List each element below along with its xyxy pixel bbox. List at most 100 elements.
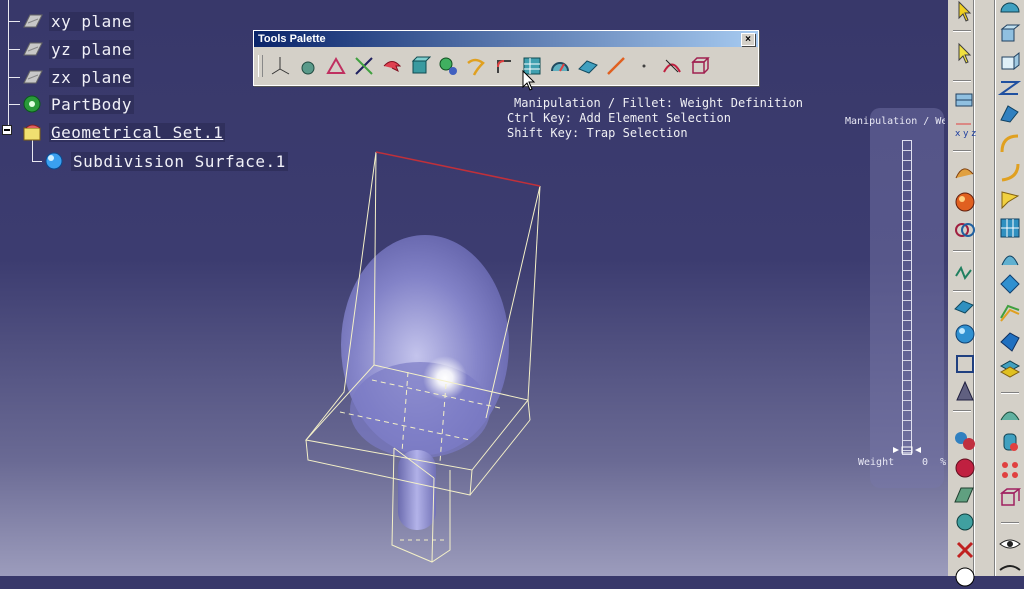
tree-item-label: PartBody: [49, 94, 135, 114]
analysis-tool-icon[interactable]: [953, 510, 977, 534]
gear-icon: [22, 94, 44, 114]
wireframe-cube-icon[interactable]: [998, 486, 1022, 510]
delete-tool-icon[interactable]: [953, 538, 977, 562]
red-sphere-icon[interactable]: [953, 456, 977, 480]
cube-outline-icon[interactable]: [998, 50, 1022, 74]
tree-item-subdivision-surface[interactable]: Subdivision Surface.1: [44, 150, 288, 172]
weight-slider-track[interactable]: [902, 140, 912, 455]
toolbar-grip[interactable]: [258, 55, 263, 77]
specification-tree: xy plane yz plane zx plane PartBody Geom…: [0, 0, 300, 180]
sphere-shade-icon[interactable]: [953, 190, 977, 214]
palette-close-button[interactable]: ×: [741, 33, 755, 46]
loft-tool-icon[interactable]: [998, 272, 1022, 296]
tree-connector: [8, 77, 20, 78]
tree-connector: [8, 49, 20, 50]
surface-tool-icon[interactable]: [577, 55, 599, 77]
tree-connector: [32, 140, 33, 162]
compass-tool-icon[interactable]: [269, 55, 291, 77]
palette-title: Tools Palette: [258, 33, 326, 45]
select-tool-icon[interactable]: [953, 0, 977, 24]
weight-unit: %: [940, 457, 947, 468]
svg-text:x y z: x y z: [955, 129, 976, 139]
sketch-tool-icon[interactable]: [953, 90, 977, 114]
line-tool-icon[interactable]: [605, 55, 627, 77]
cylinder-tool-icon[interactable]: [998, 430, 1022, 454]
right-toolbar: x y z: [948, 0, 1024, 587]
tree-item-label: Geometrical Set.1: [49, 122, 226, 142]
sweep-tool-icon[interactable]: [998, 245, 1022, 269]
box-tool-icon[interactable]: [689, 55, 711, 77]
tree-item-label: yz plane: [49, 39, 135, 59]
weight-value: 0 %: [922, 457, 946, 468]
weight-number: 0: [922, 457, 929, 468]
curve-tool-icon[interactable]: [465, 55, 487, 77]
tree-item-geometrical-set[interactable]: Geometrical Set.1: [22, 121, 226, 143]
pointer-arrow-icon[interactable]: [953, 42, 977, 66]
hide-eye-icon[interactable]: [998, 558, 1022, 582]
link-tool-icon[interactable]: [953, 218, 977, 242]
sphere-primitive-icon[interactable]: [953, 322, 977, 346]
wave-tool-icon[interactable]: [953, 262, 977, 286]
weight-slider-handle[interactable]: [893, 446, 921, 454]
tree-connector: [32, 161, 42, 162]
blue-shape-icon[interactable]: [998, 330, 1022, 354]
offset-tool-icon[interactable]: [998, 300, 1022, 324]
slider-title: Manipulation / Weight: [845, 116, 945, 127]
axis-tool-icon[interactable]: [353, 55, 375, 77]
small-point-icon[interactable]: [633, 55, 655, 77]
balls-tool-icon[interactable]: [953, 428, 977, 452]
weight-label: Weight: [858, 457, 895, 468]
tree-connector: [8, 104, 20, 105]
tree-item-label: Subdivision Surface.1: [71, 151, 288, 171]
xyz-axis-icon[interactable]: x y z: [953, 118, 977, 142]
shape-tool-icon[interactable]: [953, 380, 977, 404]
stripes-tool-icon[interactable]: [953, 484, 977, 508]
subdivision-surface-icon: [44, 151, 66, 171]
selected-edge[interactable]: [375, 151, 541, 187]
fillet-tool-icon[interactable]: [493, 55, 515, 77]
hint-line-1: Manipulation / Fillet: Weight Definition: [514, 96, 803, 110]
twist-tool-icon[interactable]: [998, 76, 1022, 100]
hint-line-2: Ctrl Key: Add Element Selection: [507, 111, 731, 125]
mouse-cursor-icon: [522, 70, 536, 91]
palette-title-bar[interactable]: Tools Palette ×: [254, 31, 758, 47]
blend-surface-icon[interactable]: [998, 402, 1022, 426]
tree-item-label: zx plane: [49, 67, 135, 87]
tree-item-xy-plane[interactable]: xy plane: [22, 10, 135, 32]
palette-toolbar: [258, 51, 717, 81]
tree-item-yz-plane[interactable]: yz plane: [22, 38, 135, 60]
geometrical-set-icon: [22, 122, 44, 142]
curve-arc-icon[interactable]: [998, 132, 1022, 156]
point-tool-icon[interactable]: [297, 55, 319, 77]
sphere-tool-icon[interactable]: [437, 55, 459, 77]
manipulator-tool-icon[interactable]: [325, 55, 347, 77]
command-hint: Manipulation / Fillet: Weight Definition…: [507, 96, 803, 141]
tree-item-partbody[interactable]: PartBody: [22, 93, 135, 115]
tree-item-label: xy plane: [49, 11, 135, 31]
half-sphere-icon[interactable]: [998, 0, 1022, 24]
tree-item-zx-plane[interactable]: zx plane: [22, 66, 135, 88]
tools-palette[interactable]: Tools Palette ×: [253, 30, 759, 86]
cube-view-icon[interactable]: [998, 22, 1022, 46]
dots-tool-icon[interactable]: [998, 458, 1022, 482]
plane-icon: [22, 67, 44, 87]
eye-icon[interactable]: [998, 532, 1022, 556]
collapse-toggle[interactable]: [2, 125, 12, 135]
plane-icon: [22, 11, 44, 31]
curve-arc-alt-icon[interactable]: [998, 160, 1022, 184]
trim-tool-icon[interactable]: [661, 55, 683, 77]
thin-surface-icon[interactable]: [953, 160, 977, 184]
gauge-tool-icon[interactable]: [549, 55, 571, 77]
blend-tool-icon[interactable]: [998, 102, 1022, 126]
flag-tool-icon[interactable]: [998, 188, 1022, 212]
plane-icon: [22, 39, 44, 59]
box-primitive-icon[interactable]: [953, 352, 977, 376]
mesh-tool-icon[interactable]: [998, 216, 1022, 240]
cube-tool-icon[interactable]: [409, 55, 431, 77]
clock-tool-icon[interactable]: [953, 565, 977, 589]
hint-line-3: Shift Key: Trap Selection: [507, 126, 688, 140]
arrow-tool-icon[interactable]: [381, 55, 403, 77]
extrude-tool-icon[interactable]: [953, 295, 977, 319]
tree-connector: [8, 21, 20, 22]
layers-tool-icon[interactable]: [998, 358, 1022, 382]
